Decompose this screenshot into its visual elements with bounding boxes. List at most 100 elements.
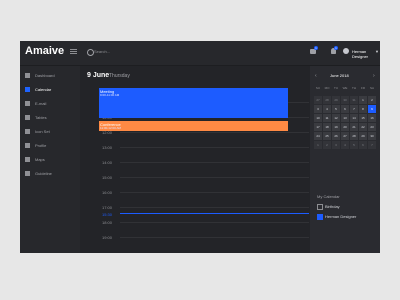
hour-line [120,222,309,223]
checkbox[interactable] [317,204,323,210]
icon-set-icon [25,129,30,134]
sidebar-item-profile[interactable]: Profile [25,140,79,152]
mail-icon [25,101,30,106]
calendar-day[interactable]: 1 [314,141,322,149]
calendar-day[interactable]: 7 [350,105,358,113]
calendar-day-selected[interactable]: 9 [368,105,376,113]
hour-line [120,207,309,208]
calendar-day[interactable]: 17 [314,123,322,131]
top-bar: Amaive Search... 1 1 Herman Designer ▼ [20,41,380,66]
calendar-day[interactable]: 27 [341,132,349,140]
conference-event[interactable]: Conference 11:00-12:00 AM [99,121,288,131]
hour-line [120,177,309,178]
sidebar-item-calendar[interactable]: Calendar [25,84,79,96]
hour-label: 17:00 [102,205,113,210]
hour-label: 13:00 [102,145,113,150]
calendar-day[interactable]: 7 [368,141,376,149]
calendar-day[interactable]: 8 [359,105,367,113]
calendar-day[interactable]: 24 [314,132,322,140]
calendar-day[interactable]: 1 [359,96,367,104]
event-time: 11:00-12:00 AM [100,126,121,130]
calendar-day[interactable]: 3 [332,141,340,149]
sidebar-item-label: Dashboard [35,73,55,78]
search-input[interactable]: Search... [94,49,110,54]
app-logo: Amaive [25,45,65,57]
event-time: 9:00-11:00 AM [100,93,120,97]
calendar-day[interactable]: 13 [341,114,349,122]
calendar-day[interactable]: 2 [368,96,376,104]
calendar-day[interactable]: 23 [368,123,376,131]
sidebar-item-email[interactable]: E-mail [25,98,79,110]
calendar-day[interactable]: 25 [323,132,331,140]
current-time-line [120,213,309,214]
calendar-day[interactable]: 19 [332,123,340,131]
calendar-day[interactable]: 2 [323,141,331,149]
calendar-toggle-birthday[interactable]: Birthday [317,203,377,211]
next-month-button[interactable]: › [373,73,375,79]
checkbox[interactable] [317,214,323,220]
calendar-day[interactable]: 26 [332,132,340,140]
calendar-day[interactable]: 28 [323,96,331,104]
calendar-day[interactable]: 30 [368,132,376,140]
sidebar-item-label: Calendar [35,87,52,92]
sidebar-item-icon-set[interactable]: Icon Set [25,126,79,138]
calendar-day[interactable]: 3 [314,105,322,113]
hour-label: 16:00 [102,190,113,195]
calendar-day[interactable]: 15 [359,114,367,122]
calendar-day[interactable]: 5 [332,105,340,113]
calendar-day[interactable]: 21 [350,123,358,131]
sidebar-item-guideline[interactable]: Guideline [25,168,79,180]
hour-line [120,192,309,193]
dashboard-icon [25,73,30,78]
weekday-header: SU MO TU WE TH FR SA [314,86,376,90]
sidebar-item-tables[interactable]: Tables [25,112,79,124]
sidebar-item-maps[interactable]: Maps [25,154,79,166]
calendar-day[interactable]: 4 [341,141,349,149]
calendar-day[interactable]: 14 [350,114,358,122]
menu-icon[interactable] [70,49,77,54]
sidebar-item-label: Tables [35,115,47,120]
profile-icon [25,143,30,148]
hour-line [120,162,309,163]
day-date: 9 June [87,72,110,79]
calendar-day[interactable]: 6 [341,105,349,113]
weekday-label: SA [369,86,374,90]
sidebar-item-label: Icon Set [35,129,50,134]
calendar-app: Amaive Search... 1 1 Herman Designer ▼ D… [20,41,380,253]
calendar-day[interactable]: 5 [350,141,358,149]
current-time-label: 15:30 [102,212,113,217]
hour-label: 14:00 [102,160,113,165]
checkbox-label: Birthday [325,204,340,209]
calendar-day[interactable]: 4 [323,105,331,113]
search-icon[interactable] [87,49,94,56]
calendar-day[interactable]: 10 [314,114,322,122]
weekday-label: SU [315,86,321,90]
prev-month-button[interactable]: ‹ [315,73,317,79]
sidebar-item-dashboard[interactable]: Dashboard [25,70,79,82]
calendar-day[interactable]: 29 [332,96,340,104]
calendar-day[interactable]: 6 [359,141,367,149]
calendar-day[interactable]: 31 [350,96,358,104]
sidebar-item-label: Maps [35,157,45,162]
guide-icon [25,171,30,176]
month-title: June 2018 [330,73,349,78]
calendar-day[interactable]: 16 [368,114,376,122]
calendar-day[interactable]: 12 [332,114,340,122]
calendar-day[interactable]: 22 [359,123,367,131]
calendar-toggle-herman-designer[interactable]: Herman Designer [317,213,377,221]
calendar-day[interactable]: 11 [323,114,331,122]
meeting-event[interactable]: Meeting 9:00-11:00 AM [99,88,288,118]
calendar-day[interactable]: 29 [359,132,367,140]
sidebar-item-label: Guideline [35,171,52,176]
calendar-day[interactable]: 18 [323,123,331,131]
hour-label: 18:00 [102,220,113,225]
calendar-day[interactable]: 27 [314,96,322,104]
weekday-label: MO [324,86,330,90]
avatar[interactable] [343,48,349,54]
weekday-label: FR [361,86,365,90]
mail-count-badge: 1 [314,46,318,50]
chevron-down-icon[interactable]: ▼ [375,49,379,54]
calendar-day[interactable]: 30 [341,96,349,104]
calendar-day[interactable]: 20 [341,123,349,131]
calendar-day[interactable]: 28 [350,132,358,140]
